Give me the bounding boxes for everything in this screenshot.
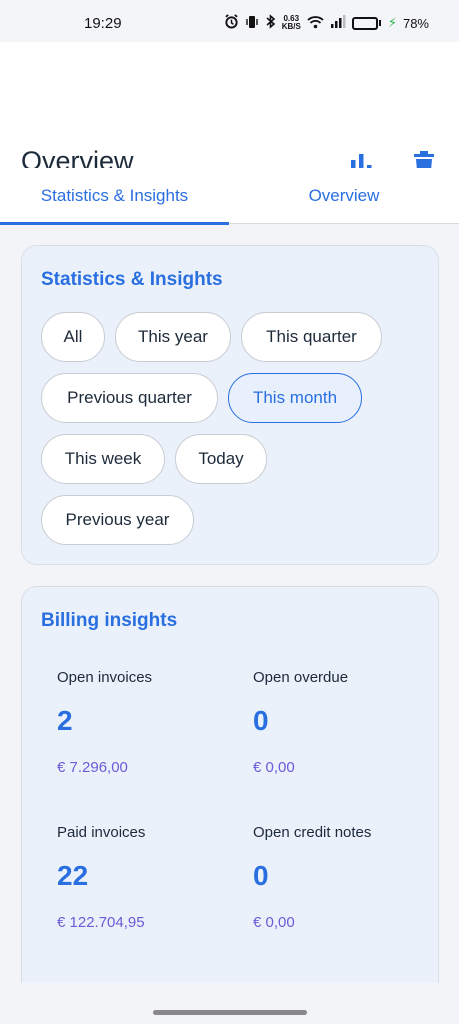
battery-icon (351, 16, 381, 30)
chip-this-week[interactable]: This week (41, 434, 165, 484)
status-time: 19:29 (84, 15, 122, 32)
home-indicator[interactable] (153, 1010, 307, 1015)
gesture-nav-bar (0, 983, 459, 1024)
tab-label: Statistics & Insights (40, 186, 189, 205)
stat-value-open-invoices: 2 (57, 705, 73, 736)
statistics-filter-card: Statistics & Insights All This year This… (21, 245, 439, 565)
stat-value-open-overdue: 0 (253, 705, 269, 736)
network-speed: 0.63 KB/S (282, 15, 301, 31)
alarm-icon (224, 14, 239, 32)
chip-previous-year[interactable]: Previous year (41, 495, 194, 545)
wifi-icon (307, 15, 324, 32)
stat-amount-open-credit-notes: € 0,00 (253, 914, 295, 931)
battery-percentage: 78% (402, 15, 429, 31)
tab-statistics-insights[interactable]: Statistics & Insights (0, 168, 229, 225)
stat-amount-paid-invoices: € 122.704,95 (57, 914, 145, 931)
vibrate-icon (245, 15, 259, 32)
billing-insights-card: Billing insights Open invoices 2 € 7.296… (21, 586, 439, 1006)
stat-amount-open-overdue: € 0,00 (253, 759, 295, 776)
stat-label-open-invoices: Open invoices (57, 669, 153, 686)
status-bar: 19:29 0.63 KB/S ⚡ 78% (0, 0, 459, 42)
signal-icon (330, 15, 346, 31)
chip-all[interactable]: All (41, 312, 105, 362)
network-speed-unit: KB/S (281, 22, 301, 31)
stat-label-paid-invoices: Paid invoices (57, 824, 146, 841)
chip-this-year[interactable]: This year (115, 312, 231, 362)
stat-value-paid-invoices: 22 (57, 860, 89, 891)
chip-today[interactable]: Today (175, 434, 267, 484)
chip-previous-quarter[interactable]: Previous quarter (41, 373, 218, 423)
chip-this-quarter[interactable]: This quarter (241, 312, 382, 362)
stat-label-open-overdue: Open overdue (253, 669, 349, 686)
stat-amount-open-invoices: € 7.296,00 (57, 759, 128, 776)
stat-value-open-credit-notes: 0 (253, 860, 269, 891)
bluetooth-icon (265, 14, 276, 32)
status-icons: 0.63 KB/S ⚡ 78% (224, 14, 429, 32)
chip-this-month[interactable]: This month (228, 373, 362, 423)
tab-label: Overview (308, 186, 380, 205)
stat-label-open-credit-notes: Open credit notes (253, 824, 372, 841)
tab-indicator (0, 222, 229, 225)
card-title: Billing insights (41, 610, 178, 631)
card-title: Statistics & Insights (41, 269, 223, 290)
tab-bar: Statistics & Insights Overview (0, 168, 459, 225)
charging-icon: ⚡ (387, 15, 397, 30)
tab-overview[interactable]: Overview (229, 168, 459, 224)
